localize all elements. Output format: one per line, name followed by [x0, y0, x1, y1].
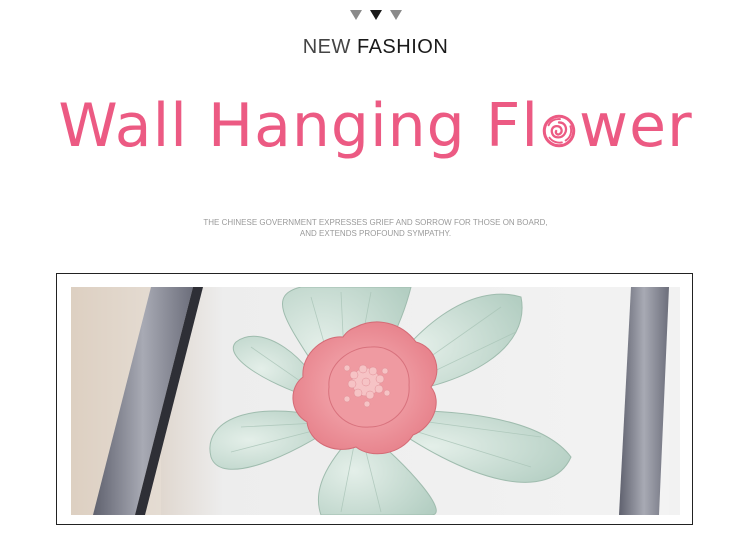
page-title: Wall Hanging Fl wer [0, 90, 751, 162]
triangle-down-icon [349, 10, 362, 20]
rose-icon [542, 114, 576, 148]
flower-illustration [71, 287, 680, 515]
disclaimer-line-2: AND EXTENDS PROFOUND SYMPATHY. [299, 229, 452, 238]
section-subtitle: NEW FASHION [0, 36, 751, 59]
disclaimer-line-1: THE CHINESE GOVERNMENT EXPRESSES GRIEF A… [203, 218, 548, 227]
title-text-start: Wall Hanging Fl [58, 91, 540, 161]
triangle-down-icon [369, 10, 382, 20]
subtitle-word-fashion: FASHION [356, 36, 449, 58]
decorative-triangles [0, 10, 751, 20]
subtitle-word-new: NEW [302, 36, 351, 58]
triangle-down-icon [389, 10, 402, 20]
title-text-end: wer [579, 91, 693, 161]
product-photo [71, 287, 680, 515]
disclaimer-text: THE CHINESE GOVERNMENT EXPRESSES GRIEF A… [0, 217, 751, 239]
